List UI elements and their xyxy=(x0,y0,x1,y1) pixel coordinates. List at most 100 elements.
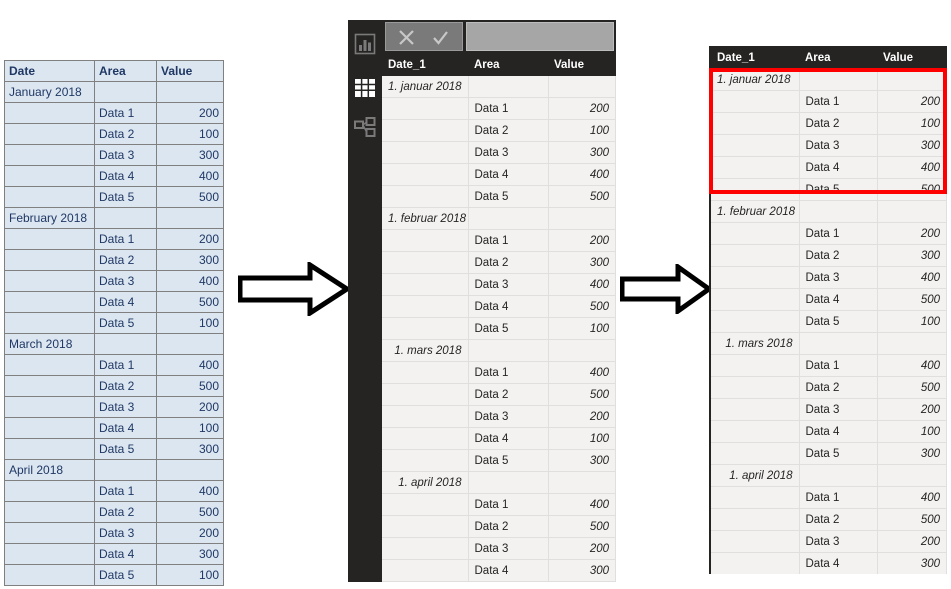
table-row[interactable]: Data 3 200 xyxy=(382,537,616,560)
table-row[interactable]: Data 5 500 xyxy=(711,178,947,201)
column-header-value[interactable]: Value xyxy=(548,53,616,76)
cell-area[interactable]: Data 5 xyxy=(799,442,878,465)
table-row[interactable]: Data 5100 xyxy=(711,310,947,333)
cell-area[interactable]: Data 5 xyxy=(94,564,157,586)
cell-date-empty[interactable] xyxy=(4,564,95,586)
table-row[interactable]: Data 1 400 xyxy=(711,354,947,377)
cell-value[interactable]: 200 xyxy=(877,222,947,245)
cell-area[interactable]: Data 2 xyxy=(468,251,549,274)
cell-value[interactable]: 300 xyxy=(156,543,224,565)
table-row[interactable]: Data 5 300 xyxy=(4,438,224,460)
cell-area[interactable]: Data 2 xyxy=(799,112,878,135)
cell-area[interactable]: Data 3 xyxy=(468,405,549,428)
cell-date-empty[interactable] xyxy=(382,581,469,582)
cell-value[interactable]: 100 xyxy=(877,420,947,443)
cell-area[interactable]: Data 5 xyxy=(468,185,549,208)
cell-value[interactable]: 500 xyxy=(156,501,224,523)
cell-value[interactable]: 500 xyxy=(877,508,947,531)
cell-date-group[interactable]: 1. februar 2018 xyxy=(711,200,800,223)
cell-value[interactable] xyxy=(156,81,224,103)
cell-date-empty[interactable] xyxy=(4,144,95,166)
cell-value[interactable]: 400 xyxy=(877,266,947,289)
table-row[interactable]: Data 3 400 xyxy=(711,266,947,289)
cell-value[interactable]: 100 xyxy=(548,119,616,142)
column-header-date-1[interactable]: Date_1 xyxy=(382,53,468,76)
close-x-icon[interactable] xyxy=(397,28,416,47)
cell-value[interactable]: 400 xyxy=(156,165,224,187)
cell-date-empty[interactable] xyxy=(382,405,469,428)
cell-date-empty[interactable] xyxy=(382,515,469,538)
table-row[interactable]: Data 3 400 xyxy=(382,273,616,296)
cell-area[interactable]: Data 1 xyxy=(799,486,878,509)
cell-date-empty[interactable] xyxy=(382,251,469,274)
cell-area[interactable]: Data 1 xyxy=(468,229,549,252)
cell-date-empty[interactable] xyxy=(711,508,800,531)
cell-value[interactable]: 500 xyxy=(156,186,224,208)
cell-value[interactable] xyxy=(156,459,224,481)
cell-value[interactable]: 300 xyxy=(877,134,947,157)
cell-area[interactable] xyxy=(468,339,549,362)
cell-area[interactable]: Data 4 xyxy=(799,288,878,311)
table-row[interactable]: Data 3 200 xyxy=(711,398,947,421)
cell-value[interactable]: 300 xyxy=(548,251,616,274)
cell-area[interactable]: Data 2 xyxy=(94,123,157,145)
cell-value[interactable]: 200 xyxy=(548,405,616,428)
table-row[interactable]: Data 5100 xyxy=(4,312,224,334)
cell-value[interactable]: 300 xyxy=(548,559,616,582)
cell-value[interactable]: 300 xyxy=(877,552,947,574)
cell-value[interactable]: 200 xyxy=(156,102,224,124)
powerbi-data-grid[interactable]: Date_1 Area Value 1. januar 2018 Data 1 20… xyxy=(382,53,616,582)
table-row[interactable]: Data 3 300 xyxy=(382,141,616,164)
cell-date-empty[interactable] xyxy=(4,270,95,292)
table-row[interactable]: Data 2 500 xyxy=(382,515,616,538)
powerbi-result-table[interactable]: Date_1 Area Value 1. januar 2018 Data 1 20… xyxy=(382,53,616,582)
cell-area[interactable] xyxy=(468,207,549,230)
table-row[interactable]: April 2018 xyxy=(4,459,224,481)
cell-date-empty[interactable] xyxy=(711,288,800,311)
cell-area[interactable] xyxy=(799,464,878,487)
cell-date-empty[interactable] xyxy=(711,266,800,289)
cell-area[interactable]: Data 1 xyxy=(799,90,878,113)
cell-value[interactable]: 500 xyxy=(548,185,616,208)
cell-area[interactable]: Data 1 xyxy=(799,222,878,245)
cell-value[interactable] xyxy=(877,332,947,355)
cell-value[interactable]: 100 xyxy=(877,310,947,333)
table-row[interactable]: Data 4 500 xyxy=(4,291,224,313)
table-row[interactable]: Data 3 200 xyxy=(4,522,224,544)
cell-area[interactable]: Data 5 xyxy=(94,438,157,460)
table-row[interactable]: 1. april 2018 xyxy=(382,471,616,494)
cell-date-empty[interactable] xyxy=(4,186,95,208)
cell-area[interactable]: Data 3 xyxy=(94,396,157,418)
cell-date-empty[interactable] xyxy=(4,438,95,460)
table-row[interactable]: Data 5 500 xyxy=(382,185,616,208)
cell-date-empty[interactable] xyxy=(4,312,95,334)
cell-date-empty[interactable] xyxy=(4,249,95,271)
cell-value[interactable]: 500 xyxy=(156,375,224,397)
cell-date-empty[interactable] xyxy=(382,559,469,582)
cell-area[interactable]: Data 3 xyxy=(468,141,549,164)
cell-area[interactable]: Data 1 xyxy=(468,361,549,384)
excel-source-table[interactable]: Date Area Value January 2018 Data 1 200 Dat… xyxy=(4,60,224,586)
cell-date-group[interactable]: January 2018 xyxy=(4,81,95,103)
cell-value[interactable]: 500 xyxy=(548,295,616,318)
table-row[interactable]: Data 5 500 xyxy=(4,186,224,208)
cell-area[interactable] xyxy=(468,471,549,494)
table-row[interactable]: Data 1 200 xyxy=(4,102,224,124)
table-row[interactable]: Data 5100 xyxy=(382,581,616,582)
cell-value[interactable]: 200 xyxy=(548,97,616,120)
cell-area[interactable]: Data 4 xyxy=(799,420,878,443)
checkmark-icon[interactable] xyxy=(431,28,450,47)
cell-date-empty[interactable] xyxy=(711,310,800,333)
cell-value[interactable] xyxy=(156,333,224,355)
cell-date-group[interactable]: 1. januar 2018 xyxy=(382,76,469,98)
cell-value[interactable]: 300 xyxy=(877,442,947,465)
cell-date-empty[interactable] xyxy=(382,163,469,186)
cell-value[interactable] xyxy=(877,464,947,487)
cell-value[interactable] xyxy=(548,207,616,230)
cell-area[interactable]: Data 4 xyxy=(468,295,549,318)
cell-area[interactable] xyxy=(94,333,157,355)
cell-date-empty[interactable] xyxy=(382,493,469,516)
table-row[interactable]: Data 1 200 xyxy=(382,229,616,252)
cell-area[interactable]: Data 5 xyxy=(94,186,157,208)
table-row[interactable]: Data 4 400 xyxy=(382,163,616,186)
